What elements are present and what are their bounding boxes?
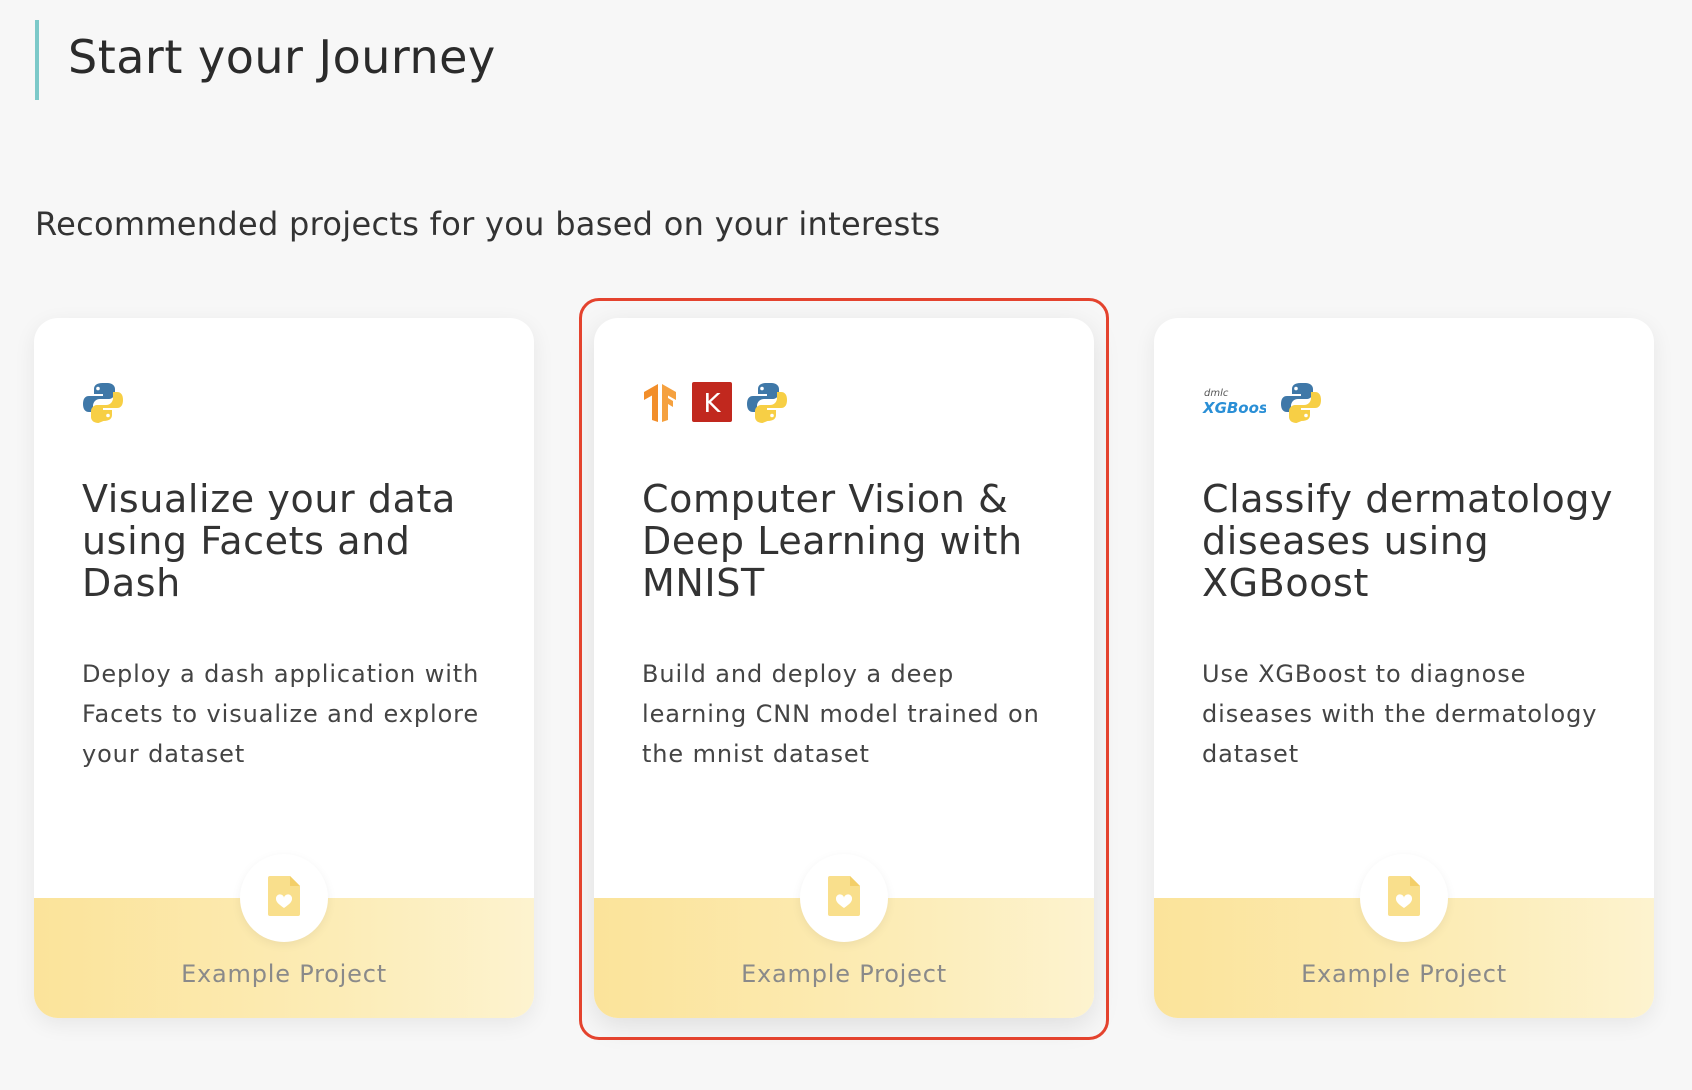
card-description: Deploy a dash application with Facets to… xyxy=(82,660,480,768)
card-footer: Example Project xyxy=(594,854,1094,1018)
project-card-xgboost[interactable]: dmlc XGBoost Classify dermatology diseas… xyxy=(1154,318,1654,1018)
file-heart-icon xyxy=(827,875,861,921)
svg-text:K: K xyxy=(703,389,721,419)
card-tech-icons: K xyxy=(642,380,788,424)
card-description: Build and deploy a deep learning CNN mod… xyxy=(642,660,1040,768)
example-project-badge xyxy=(240,854,328,942)
card-footer: Example Project xyxy=(1154,854,1654,1018)
card-footer: Example Project xyxy=(34,854,534,1018)
svg-text:dmlc: dmlc xyxy=(1204,388,1229,399)
python-icon xyxy=(746,381,788,423)
svg-text:XGBoost: XGBoost xyxy=(1202,399,1266,417)
python-icon xyxy=(1280,381,1322,423)
xgboost-logo: dmlc XGBoost xyxy=(1202,385,1266,419)
example-project-label: Example Project xyxy=(181,960,387,988)
card-title: Classify dermatology diseases using XGBo… xyxy=(1202,477,1614,605)
card-title: Computer Vision & Deep Learning with MNI… xyxy=(642,477,1023,605)
file-heart-icon xyxy=(1387,875,1421,921)
project-card-facets-dash[interactable]: Visualize your data using Facets and Das… xyxy=(34,318,534,1018)
card-description: Use XGBoost to diagnose diseases with th… xyxy=(1202,660,1598,768)
keras-icon: K xyxy=(692,382,732,422)
example-project-label: Example Project xyxy=(741,960,947,988)
title-accent-bar xyxy=(35,20,39,100)
page-title: Start your Journey xyxy=(68,30,496,84)
example-project-badge xyxy=(800,854,888,942)
example-project-badge xyxy=(1360,854,1448,942)
tensorflow-icon xyxy=(642,382,678,422)
project-card-mnist[interactable]: K Computer Vision & Deep Learning with M… xyxy=(594,318,1094,1018)
card-title: Visualize your data using Facets and Das… xyxy=(82,477,456,605)
example-project-label: Example Project xyxy=(1301,960,1507,988)
python-icon xyxy=(82,381,124,423)
recommendations-subtitle: Recommended projects for you based on yo… xyxy=(35,205,941,243)
page: Start your Journey Recommended projects … xyxy=(0,0,1692,1090)
card-tech-icons xyxy=(82,380,124,424)
card-tech-icons: dmlc XGBoost xyxy=(1202,380,1322,424)
file-heart-icon xyxy=(267,875,301,921)
